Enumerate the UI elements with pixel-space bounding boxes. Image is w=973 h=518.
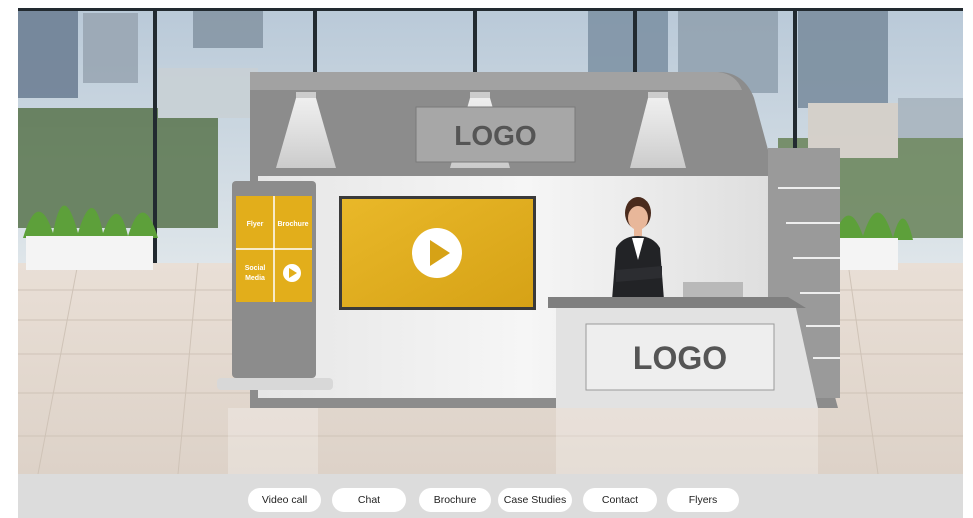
flyers-button[interactable]: Flyers <box>667 488 739 512</box>
video-screen[interactable] <box>339 196 536 310</box>
booth-action-toolbar: Video call Chat Brochure Case Studies Co… <box>18 474 963 518</box>
planter-left <box>23 205 158 270</box>
header-logo: LOGO <box>454 120 536 151</box>
kiosk-play-icon <box>283 264 301 282</box>
counter-monitor <box>683 282 743 298</box>
counter-logo: LOGO <box>633 340 727 376</box>
chat-button[interactable]: Chat <box>332 488 406 512</box>
kiosk <box>217 181 333 390</box>
exhibition-booth-scene: LOGO Flyer Brochure Social Media LOGO <box>18 8 963 474</box>
kiosk-flyer-label: Flyer <box>247 221 264 228</box>
booth-illustration: LOGO Flyer Brochure Social Media LOGO <box>18 8 963 474</box>
brochure-button[interactable]: Brochure <box>419 488 491 512</box>
kiosk-brochure-label: Brochure <box>277 221 308 228</box>
kiosk-social-media-label-line2: Media <box>245 275 265 282</box>
contact-button[interactable]: Contact <box>583 488 657 512</box>
case-studies-button[interactable]: Case Studies <box>498 488 572 512</box>
video-call-button[interactable]: Video call <box>248 488 321 512</box>
kiosk-social-media-label-line1: Social <box>245 265 266 272</box>
